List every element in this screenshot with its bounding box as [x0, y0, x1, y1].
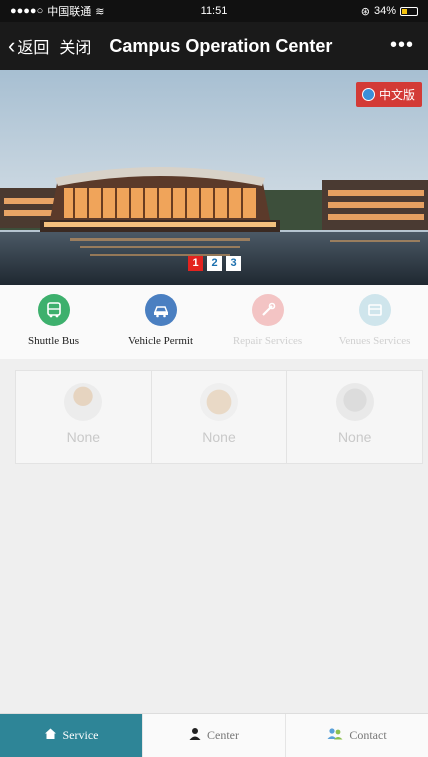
person-icon: [64, 383, 103, 421]
car-icon: [144, 294, 177, 326]
battery-icon: [400, 6, 418, 16]
person-icon: [189, 727, 201, 744]
chevron-left-icon: ‹: [8, 33, 16, 58]
grid-item-label: None: [202, 429, 236, 445]
alarm-icon: ⊛: [360, 5, 370, 18]
tab-label: Service: [62, 728, 99, 742]
back-label: 返回: [17, 40, 50, 57]
grid-item[interactable]: None: [152, 371, 288, 463]
contacts-icon: [327, 727, 343, 744]
bottom-tab-bar: Service Center Contact: [0, 713, 428, 757]
nav-bar: ‹ 返回 关闭 Campus Operation Center •••: [0, 22, 428, 70]
signal-icon: ●●●●○: [10, 5, 44, 17]
grid-item[interactable]: None: [287, 371, 422, 463]
food-icon: [200, 383, 238, 421]
grid-item-label: None: [66, 429, 101, 445]
content-grid: None None None: [15, 370, 423, 464]
wifi-icon: ≋: [95, 5, 105, 18]
back-button[interactable]: ‹ 返回: [8, 34, 49, 58]
venue-icon: [358, 294, 391, 326]
language-label: 中文版: [378, 88, 415, 102]
service-vehicle-permit[interactable]: Vehicle Permit: [107, 285, 214, 359]
status-bar: ●●●●○ 中国联通 ≋ 11:51 ⊛ 34%: [0, 0, 428, 22]
globe-icon: [361, 88, 375, 101]
grid-item-label: None: [337, 429, 372, 445]
grid-item[interactable]: None: [16, 371, 152, 463]
status-left: ●●●●○ 中国联通 ≋: [10, 3, 104, 19]
service-label: Venues Services: [338, 335, 411, 347]
page-title: Campus Operation Center: [109, 35, 333, 56]
carousel-pager: 1 2 3: [188, 256, 241, 271]
tab-contact[interactable]: Contact: [286, 714, 428, 757]
service-shuttle-bus[interactable]: Shuttle Bus: [0, 285, 107, 359]
service-label: Vehicle Permit: [127, 335, 194, 347]
status-right: ⊛ 34%: [361, 5, 418, 18]
service-venues[interactable]: Venues Services: [321, 285, 428, 359]
close-button[interactable]: 关闭: [59, 34, 91, 58]
wrench-icon: [251, 294, 284, 326]
tab-service[interactable]: Service: [0, 714, 143, 757]
service-label: Repair Services: [232, 335, 303, 347]
battery-percent: 34%: [373, 5, 396, 17]
service-repair[interactable]: Repair Services: [214, 285, 321, 359]
carousel-page-2[interactable]: 2: [207, 256, 222, 271]
service-menu: Shuttle Bus Vehicle Permit Repair Servic…: [0, 285, 428, 359]
building-icon: [335, 383, 374, 421]
tab-label: Center: [207, 728, 239, 742]
tab-center[interactable]: Center: [143, 714, 286, 757]
carousel-page-3[interactable]: 3: [226, 256, 241, 271]
carousel-page-1[interactable]: 1: [188, 256, 203, 271]
home-icon: [44, 727, 57, 744]
language-toggle-button[interactable]: 中文版: [355, 82, 422, 107]
more-button[interactable]: •••: [390, 34, 414, 57]
carrier-label: 中国联通: [47, 6, 92, 18]
service-label: Shuttle Bus: [27, 335, 80, 347]
banner-carousel[interactable]: 中文版 1 2 3: [0, 70, 428, 285]
tab-label: Contact: [349, 728, 387, 742]
bus-icon: [37, 294, 70, 326]
